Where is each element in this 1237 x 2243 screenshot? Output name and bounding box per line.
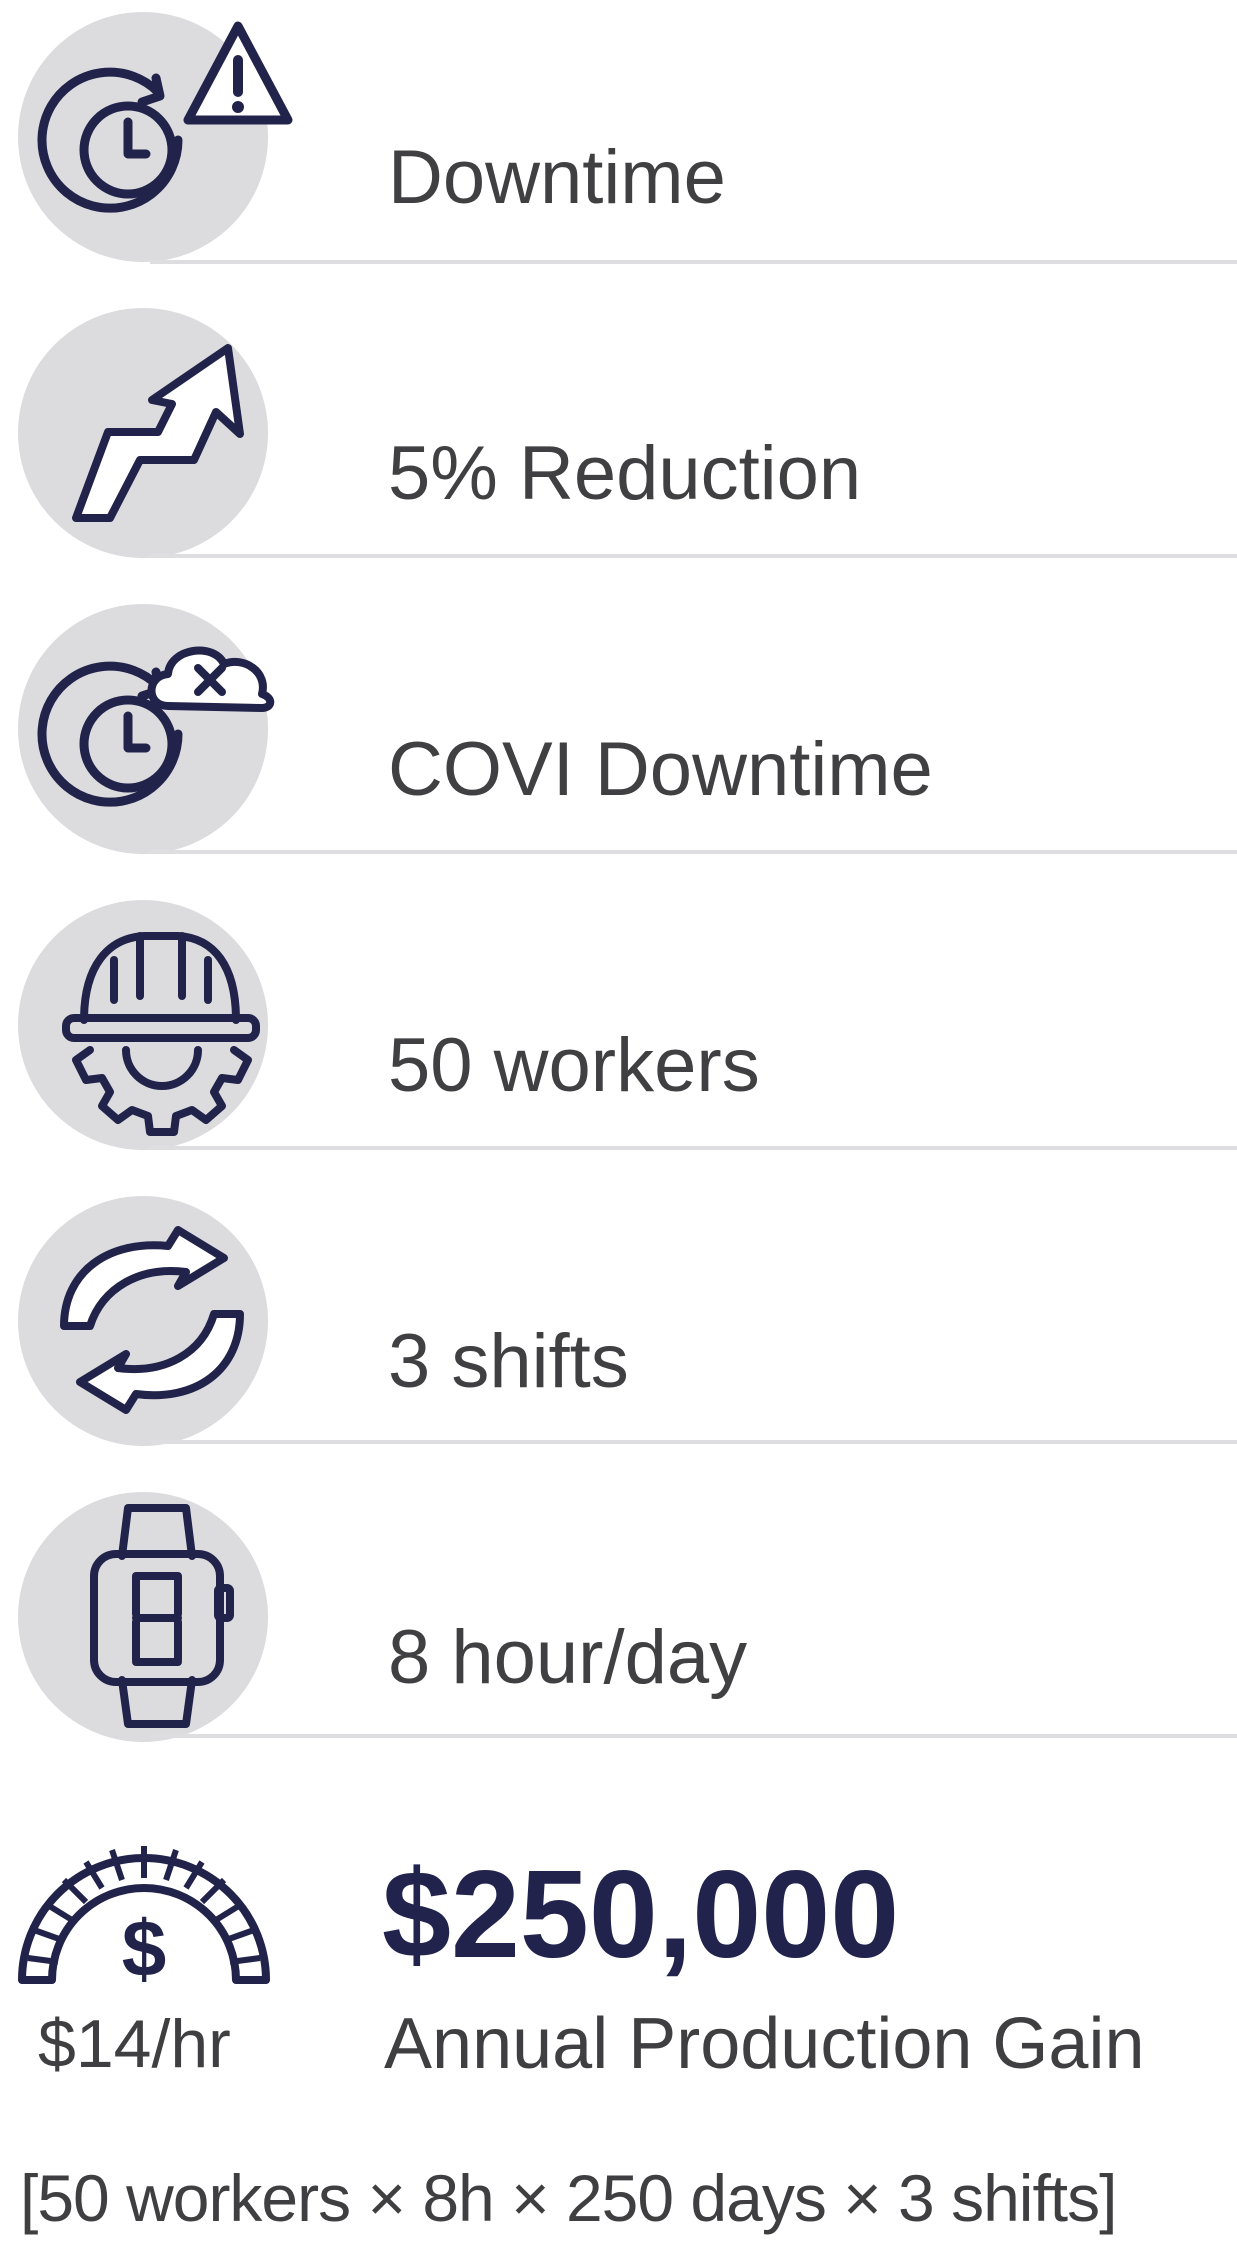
row-divider — [150, 1734, 1237, 1738]
metric-row-downtime: Downtime — [0, 0, 1237, 296]
metric-label: COVI Downtime — [388, 727, 933, 812]
metric-label: 5% Reduction — [388, 431, 862, 516]
calculation-formula: [50 workers × 8h × 250 days × 3 shifts] — [20, 2161, 1117, 2235]
trend-up-arrow-icon — [72, 344, 244, 522]
annual-gain-amount: $250,000 — [382, 1846, 900, 1984]
metric-row-hours: 8 hour/day — [0, 1480, 1237, 1776]
dollar-gauge-icon: $ — [18, 1846, 270, 1993]
hourly-rate: $14/hr — [38, 2006, 231, 2082]
metric-label: 50 workers — [388, 1023, 760, 1108]
clock-cloud-icon — [37, 646, 275, 807]
row-divider — [150, 1146, 1237, 1150]
metric-label: 3 shifts — [388, 1319, 629, 1404]
metric-label: 8 hour/day — [388, 1615, 748, 1700]
worker-helmet-gear-icon — [62, 932, 260, 1136]
annual-gain-label: Annual Production Gain — [384, 2004, 1145, 2084]
row-divider — [150, 1440, 1237, 1444]
digital-watch-icon — [90, 1504, 234, 1728]
metric-row-reduction: 5% Reduction — [0, 296, 1237, 592]
row-divider — [150, 850, 1237, 854]
metric-label: Downtime — [388, 135, 726, 220]
metric-row-shifts: 3 shifts — [0, 1184, 1237, 1480]
row-divider — [150, 554, 1237, 558]
metric-row-covi-downtime: COVI Downtime — [0, 592, 1237, 888]
cycle-arrows-icon — [60, 1226, 244, 1414]
clock-alert-icon — [37, 21, 293, 213]
gauge-dollar-symbol: $ — [122, 1904, 167, 1993]
row-divider — [150, 260, 1237, 264]
metric-row-workers: 50 workers — [0, 888, 1237, 1184]
